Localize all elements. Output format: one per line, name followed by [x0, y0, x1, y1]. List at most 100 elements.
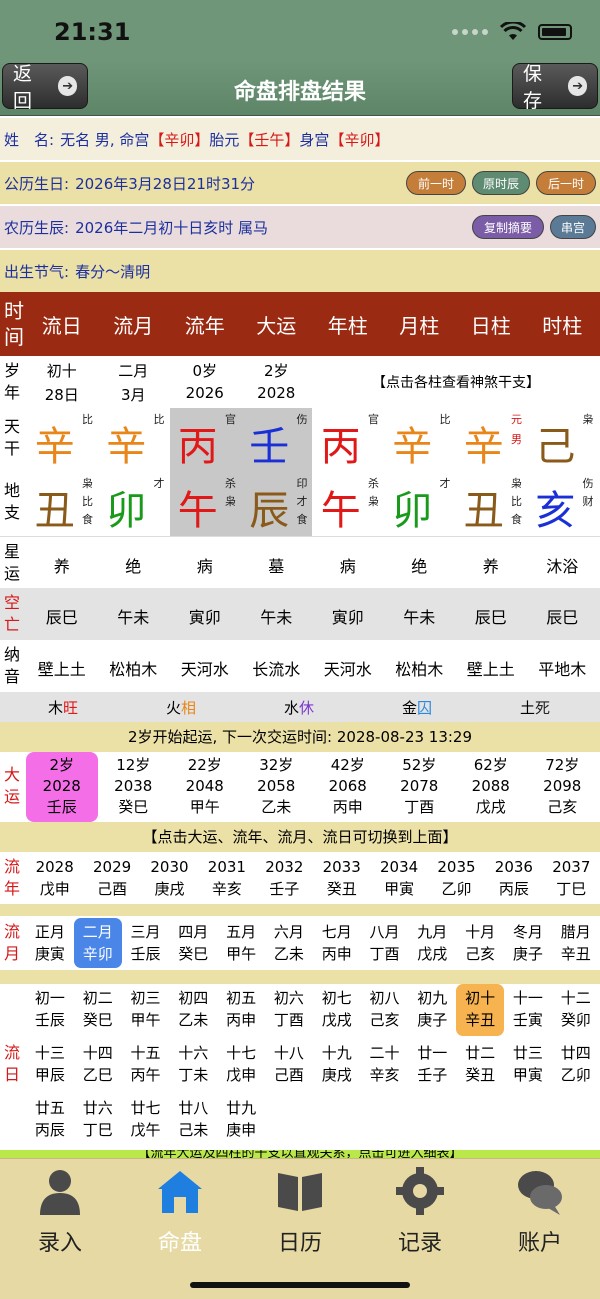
stem-1[interactable]: 辛 [98, 414, 156, 472]
pillar-header-5[interactable]: 月柱 [384, 310, 456, 339]
orig-hour-button[interactable]: 原时辰 [472, 171, 530, 195]
stem-6[interactable]: 辛 [455, 414, 513, 472]
liunian-item-7[interactable]: 2035 乙卯 [428, 856, 485, 900]
pillar-header-7[interactable]: 时柱 [527, 310, 599, 339]
pillar-header-2[interactable]: 流年 [169, 310, 241, 339]
pillar-header-0[interactable]: 流日 [26, 310, 98, 339]
liuyue-item-10[interactable]: 冬月 庚子 [504, 918, 552, 968]
dayun-item-0[interactable]: 2岁 2028 壬辰 [26, 752, 98, 822]
liuri-item-1-2[interactable]: 十五 丙午 [122, 1039, 170, 1091]
liuyue-item-3[interactable]: 四月 癸巳 [169, 918, 217, 968]
liuri-item-1-5[interactable]: 十八 己酉 [265, 1039, 313, 1091]
liunian-item-1[interactable]: 2029 己酉 [83, 856, 140, 900]
dayun-item-1[interactable]: 12岁 2038 癸巳 [98, 752, 170, 822]
next-hour-button[interactable]: 后一时 [536, 171, 596, 195]
liuyue-item-5[interactable]: 六月 乙未 [265, 918, 313, 968]
kongwang-5: 午未 [403, 608, 436, 627]
liuyue-item-0[interactable]: 正月 庚寅 [26, 918, 74, 968]
liuri-item-0-0[interactable]: 初一 壬辰 [26, 984, 74, 1036]
liuyue-item-8[interactable]: 九月 戊戌 [408, 918, 456, 968]
liuri-item-1-0[interactable]: 十三 甲辰 [26, 1039, 74, 1091]
tab-records[interactable]: 记录 [360, 1159, 480, 1269]
branch-0[interactable]: 丑 [26, 478, 84, 536]
liuri-item-2-3[interactable]: 廿八 己未 [169, 1094, 217, 1146]
branch-2[interactable]: 午 [169, 478, 227, 536]
liuri-item-1-10[interactable]: 廿三 甲寅 [504, 1039, 552, 1091]
liuri-item-1-1[interactable]: 十四 乙巳 [74, 1039, 122, 1091]
pillar-hint[interactable]: 【点击各柱查看神煞干支】 [312, 372, 600, 392]
liunian-item-0[interactable]: 2028 戊申 [26, 856, 83, 900]
stem-0[interactable]: 辛 [26, 414, 84, 472]
liuri-item-2-2[interactable]: 廿七 戊午 [122, 1094, 170, 1146]
stem-7[interactable]: 己 [527, 414, 585, 472]
dayun-item-3[interactable]: 32岁 2058 乙未 [241, 752, 313, 822]
pillar-header-1[interactable]: 流月 [98, 310, 170, 339]
tab-account[interactable]: 账户 [480, 1159, 600, 1269]
liuri-item-1-3[interactable]: 十六 丁未 [169, 1039, 217, 1091]
liuri-item-0-3[interactable]: 初四 乙未 [169, 984, 217, 1036]
stem-2[interactable]: 丙 [169, 414, 227, 472]
liuri-item-0-2[interactable]: 初三 甲午 [122, 984, 170, 1036]
liuyue-item-9[interactable]: 十月 己亥 [456, 918, 504, 968]
liuri-gz-0-7: 己亥 [369, 1011, 400, 1029]
liuyue-item-6[interactable]: 七月 丙申 [313, 918, 361, 968]
liuri-item-0-1[interactable]: 初二 癸巳 [74, 984, 122, 1036]
liunian-item-5[interactable]: 2033 癸丑 [313, 856, 370, 900]
stem-3[interactable]: 壬 [241, 414, 299, 472]
dayun-item-4[interactable]: 42岁 2068 丙申 [312, 752, 384, 822]
branch-6[interactable]: 丑 [455, 478, 513, 536]
dayun-item-2[interactable]: 22岁 2048 甲午 [169, 752, 241, 822]
pillar-header-4[interactable]: 年柱 [312, 310, 384, 339]
liuri-item-0-5[interactable]: 初六 丁酉 [265, 984, 313, 1036]
liunian-item-3[interactable]: 2031 辛亥 [198, 856, 255, 900]
liuri-item-0-4[interactable]: 初五 丙申 [217, 984, 265, 1036]
tab-chart[interactable]: 命盘 [120, 1159, 240, 1269]
stem-4[interactable]: 丙 [312, 414, 370, 472]
branch-1[interactable]: 卯 [98, 478, 156, 536]
liuri-item-2-1[interactable]: 廿六 丁巳 [74, 1094, 122, 1146]
tab-calendar[interactable]: 日历 [240, 1159, 360, 1269]
liunian-item-4[interactable]: 2032 壬子 [256, 856, 313, 900]
liuyue-item-11[interactable]: 腊月 辛丑 [552, 918, 600, 968]
dayun-item-7[interactable]: 72岁 2098 己亥 [527, 752, 599, 822]
copy-summary-button[interactable]: 复制摘要 [472, 215, 544, 239]
liuri-item-1-11[interactable]: 廿四 乙卯 [552, 1039, 600, 1091]
branch-5[interactable]: 卯 [384, 478, 442, 536]
liuyue-item-4[interactable]: 五月 甲午 [217, 918, 265, 968]
stem-5[interactable]: 辛 [384, 414, 442, 472]
nav-bar: 返回 ➔ 命盘排盘结果 保存 ➔ [0, 60, 600, 116]
liuyue-item-7[interactable]: 八月 丁酉 [361, 918, 409, 968]
liuri-day-0-2: 初三 [130, 989, 161, 1007]
prev-hour-button[interactable]: 前一时 [406, 171, 466, 195]
liuri-item-0-11[interactable]: 十二 癸卯 [552, 984, 600, 1036]
liuri-item-0-9[interactable]: 初十 辛丑 [456, 984, 504, 1036]
liunian-item-2[interactable]: 2030 庚戌 [141, 856, 198, 900]
liuri-item-1-4[interactable]: 十七 戊申 [217, 1039, 265, 1091]
save-button[interactable]: 保存 ➔ [512, 63, 598, 112]
tab-entry[interactable]: 录入 [0, 1159, 120, 1269]
string-palace-button[interactable]: 串宫 [550, 215, 596, 239]
liuri-item-0-6[interactable]: 初七 戊戌 [313, 984, 361, 1036]
dayun-item-6[interactable]: 62岁 2088 戊戌 [455, 752, 527, 822]
liuri-item-1-8[interactable]: 廿一 壬子 [408, 1039, 456, 1091]
branch-7[interactable]: 亥 [527, 478, 585, 536]
liuri-item-2-0[interactable]: 廿五 丙辰 [26, 1094, 74, 1146]
liuyue-item-1[interactable]: 二月 辛卯 [73, 918, 122, 968]
pillar-header-6[interactable]: 日柱 [455, 310, 527, 339]
branch-4[interactable]: 午 [312, 478, 370, 536]
pillar-header-3[interactable]: 大运 [241, 310, 313, 339]
liuyue-item-2[interactable]: 三月 壬辰 [122, 918, 170, 968]
branch-3[interactable]: 辰 [241, 478, 299, 536]
liuri-item-1-6[interactable]: 十九 庚戌 [313, 1039, 361, 1091]
gear-icon [396, 1167, 444, 1215]
liuri-item-1-9[interactable]: 廿二 癸丑 [456, 1039, 504, 1091]
liunian-item-6[interactable]: 2034 甲寅 [370, 856, 427, 900]
liuri-item-0-10[interactable]: 十一 壬寅 [504, 984, 552, 1036]
liuri-item-2-4[interactable]: 廿九 庚申 [217, 1094, 265, 1146]
liunian-item-9[interactable]: 2037 丁巳 [543, 856, 600, 900]
liuri-item-1-7[interactable]: 二十 辛亥 [361, 1039, 409, 1091]
liuri-item-0-8[interactable]: 初九 庚子 [408, 984, 456, 1036]
dayun-item-5[interactable]: 52岁 2078 丁酉 [384, 752, 456, 822]
liunian-item-8[interactable]: 2036 丙辰 [485, 856, 542, 900]
liuri-item-0-7[interactable]: 初八 己亥 [361, 984, 409, 1036]
